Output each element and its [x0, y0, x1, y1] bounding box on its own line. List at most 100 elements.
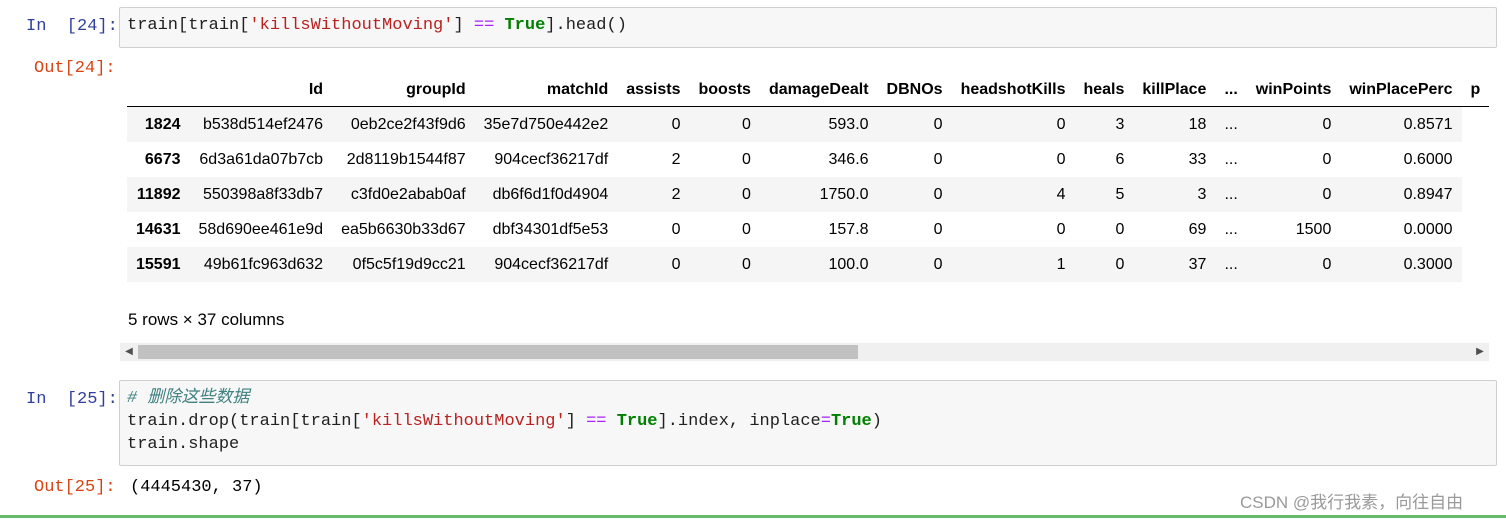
table-row: 6673 6d3a61da07b7cb 2d8119b1544f87 904cecf3… [127, 142, 1489, 177]
table-cell: 0 [933, 220, 943, 238]
table-cell: ... [1224, 220, 1238, 238]
table-cell: 0 [671, 255, 681, 273]
table-header-row: Id groupId matchId assists boosts damageDealt… [127, 74, 1489, 107]
table-cell: 593.0 [828, 115, 869, 133]
column-header: matchId [474, 74, 618, 107]
code-operator: == [473, 16, 495, 35]
column-header: damageDealt [759, 74, 878, 107]
output-prompt-24: Out[24]: [34, 59, 116, 78]
code-keyword: True [830, 412, 872, 431]
scrollbar-thumb[interactable] [138, 345, 858, 359]
code-comment: # 删除这些数据 [127, 389, 250, 408]
table-cell: 0.6000 [1403, 150, 1453, 168]
watermark: CSDN @我行我素，向往自由 [1240, 493, 1464, 512]
table-cell: 0 [1056, 220, 1066, 238]
table-cell: db6f6d1f0d4904 [492, 185, 609, 203]
code-text: ].head() [545, 16, 627, 35]
table-cell: 5 [1115, 185, 1125, 203]
table-cell: 0 [671, 115, 681, 133]
table-cell: 0.3000 [1403, 255, 1453, 273]
table-cell: ... [1224, 255, 1238, 273]
table-cell: 6 [1115, 150, 1125, 168]
table-cell: 346.6 [828, 150, 869, 168]
code-keyword: True [504, 16, 546, 35]
dataframe-table: Id groupId matchId assists boosts damageDealt… [127, 74, 1489, 282]
table-cell: ea5b6630b33d67 [341, 220, 466, 238]
code-text: ) [871, 412, 882, 431]
table-cell: 904cecf36217df [494, 150, 609, 168]
table-cell: 0 [933, 150, 943, 168]
column-header: assists [617, 74, 690, 107]
column-header: winPlacePerc [1340, 74, 1462, 107]
code-text: train[train[ [127, 16, 250, 35]
table-cell: 0 [933, 255, 943, 273]
table-cell: 0 [933, 185, 943, 203]
row-index: 14631 [136, 220, 181, 238]
scroll-right-arrow-icon[interactable]: ▶ [1471, 343, 1489, 361]
table-cell: 0 [742, 185, 751, 203]
code-string: 'killsWithoutMoving' [361, 412, 566, 431]
table-row: 15591 49b61fc963d632 0f5c5f19d9cc21 904cecf… [127, 247, 1489, 282]
input-prompt-25: In [25]: [26, 390, 118, 409]
table-row: 11892 550398a8f33db7 c3fd0e2abab0af db6f6d1… [127, 177, 1489, 212]
table-cell: ... [1224, 185, 1238, 203]
table-cell: 3 [1197, 185, 1207, 203]
table-cell: 904cecf36217df [494, 255, 609, 273]
column-header: heals [1074, 74, 1134, 107]
horizontal-scrollbar[interactable]: ◀ ▶ [120, 343, 1489, 361]
column-header: headshotKills [951, 74, 1075, 107]
table-cell: 33 [1188, 150, 1207, 168]
code-keyword: True [616, 412, 658, 431]
bottom-divider [0, 515, 1506, 518]
code-cell-24[interactable]: train[train['killsWithoutMoving'] == Tru… [119, 7, 1497, 48]
table-cell: 2d8119b1544f87 [346, 150, 466, 168]
table-cell: 18 [1188, 115, 1207, 133]
table-cell: 6d3a61da07b7cb [199, 150, 324, 168]
dataframe-output: Id groupId matchId assists boosts damageDealt… [127, 74, 1489, 290]
column-header: winPoints [1246, 74, 1341, 107]
table-cell: 0 [742, 220, 751, 238]
table-cell: 49b61fc963d632 [203, 255, 324, 273]
table-cell: 1 [1056, 255, 1066, 273]
table-cell: 0 [933, 115, 943, 133]
column-header: groupId [332, 74, 475, 107]
table-cell: 157.8 [828, 220, 869, 238]
table-cell: 0.0000 [1403, 220, 1453, 238]
column-header: p [1461, 74, 1489, 107]
output-prompt-25: Out[25]: [34, 478, 116, 497]
column-header: boosts [689, 74, 760, 107]
code-operator: = [820, 412, 831, 431]
code-cell-25[interactable]: # 删除这些数据 train.drop(train[train['killsWi… [119, 380, 1497, 466]
table-cell: 0 [1056, 150, 1066, 168]
column-header: ... [1215, 74, 1247, 107]
table-cell: 58d690ee461e9d [198, 220, 324, 238]
table-cell: 2 [671, 185, 681, 203]
table-cell: dbf34301df5e53 [492, 220, 609, 238]
table-cell: 37 [1188, 255, 1207, 273]
scroll-left-arrow-icon[interactable]: ◀ [120, 343, 138, 361]
table-cell: 1750.0 [819, 185, 869, 203]
code-text: ] [453, 16, 474, 35]
table-cell: 0 [1115, 220, 1125, 238]
code-text: train.shape [127, 435, 240, 454]
table-cell: 550398a8f33db7 [202, 185, 324, 203]
table-cell: 0 [1056, 115, 1066, 133]
table-cell: 69 [1188, 220, 1207, 238]
table-cell: 2 [671, 150, 681, 168]
code-operator: == [586, 412, 607, 431]
table-cell: c3fd0e2abab0af [350, 185, 466, 203]
row-index: 6673 [144, 150, 181, 168]
table-cell: 0eb2ce2f43f9d6 [350, 115, 466, 133]
table-cell: 0.8571 [1403, 115, 1453, 133]
table-cell: 0.8947 [1403, 185, 1453, 203]
table-cell: 0 [1115, 255, 1125, 273]
row-index: 1824 [144, 115, 181, 133]
table-cell: 0 [1322, 185, 1332, 203]
table-cell: 0 [1322, 255, 1332, 273]
table-row: 14631 58d690ee461e9d ea5b6630b33d67 dbf3430… [127, 212, 1489, 247]
table-cell: 0f5c5f19d9cc21 [352, 255, 466, 273]
table-cell: b538d514ef2476 [202, 115, 324, 133]
table-cell: 0 [742, 255, 751, 273]
